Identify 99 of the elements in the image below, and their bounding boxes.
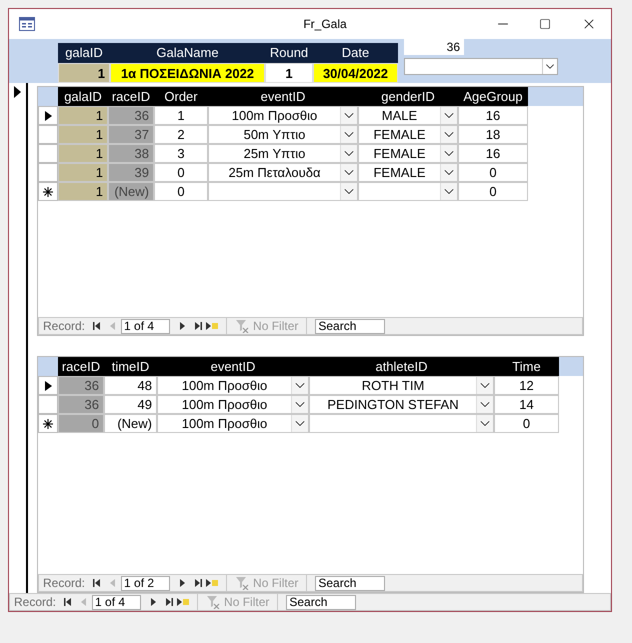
combo-box[interactable]: PEDINGTON STEFAN — [309, 395, 494, 414]
column-header: galaID — [58, 87, 108, 106]
combo-box[interactable]: 25m Υπτιο — [208, 144, 358, 163]
table-cell: 1 — [58, 163, 108, 182]
search-field[interactable]: Search — [315, 576, 386, 590]
new-record-icon[interactable] — [177, 598, 190, 606]
table-cell: 49 — [104, 395, 157, 414]
table-cell: 3 — [154, 144, 208, 163]
search-field[interactable]: Search — [315, 318, 386, 334]
column-header: raceID — [58, 357, 104, 376]
table-cell: 18 — [458, 125, 528, 144]
field-value[interactable]: 30/04/2022 — [313, 63, 398, 83]
column-header: timeID — [104, 357, 157, 376]
combo-box[interactable]: MALE — [358, 106, 458, 125]
table-cell: 1 — [58, 144, 108, 163]
field-label: GalaName — [110, 43, 265, 63]
new-record-icon — [43, 418, 53, 428]
table-cell: 2 — [154, 125, 208, 144]
table-cell: 12 — [494, 376, 559, 395]
last-record-icon[interactable] — [194, 579, 202, 587]
table-cell: 36 — [108, 106, 154, 125]
table-cell: (New) — [108, 182, 154, 201]
table-cell: 1 — [58, 125, 108, 144]
combo-box[interactable]: ROTH TIM — [309, 376, 494, 395]
table-cell: 38 — [108, 144, 154, 163]
table-cell: 16 — [458, 106, 528, 125]
new-record-icon[interactable] — [206, 579, 218, 587]
first-record-icon[interactable] — [93, 322, 102, 330]
field-label: Round — [265, 43, 313, 63]
table-cell: 36 — [58, 376, 104, 395]
table-cell: 36 — [58, 395, 104, 414]
next-record-icon[interactable] — [178, 322, 186, 330]
column-header: raceID — [108, 87, 154, 106]
record-selector[interactable] — [38, 182, 58, 201]
table-cell: 0 — [154, 163, 208, 182]
table-cell: 0 — [458, 182, 528, 201]
form-icon — [19, 17, 35, 31]
record-label: Record: — [43, 575, 86, 592]
column-header: eventID — [157, 357, 309, 376]
record-label: Record: — [43, 318, 86, 335]
table-cell: 0 — [58, 414, 104, 433]
column-header: AgeGroup — [458, 87, 528, 106]
table-cell: 14 — [494, 395, 559, 414]
combo-box[interactable]: 100m Προσθιο — [208, 106, 358, 125]
filter-icon — [206, 595, 220, 609]
record-position-field[interactable]: 1 of 4 — [121, 318, 170, 334]
record-position-field[interactable]: 1 of 2 — [121, 576, 170, 590]
combo-box[interactable]: FEMALE — [358, 144, 458, 163]
combo-box[interactable]: 50m Υπτιο — [208, 125, 358, 144]
combo-box[interactable]: 100m Προσθιο — [157, 395, 309, 414]
last-record-icon[interactable] — [165, 598, 174, 606]
record-label: Record: — [14, 594, 56, 611]
column-header: Order — [154, 87, 208, 106]
table-cell: 1 — [58, 182, 108, 201]
next-record-icon[interactable] — [178, 579, 186, 587]
first-record-icon[interactable] — [93, 579, 102, 587]
table-cell: 48 — [104, 376, 157, 395]
maximize-icon[interactable] — [539, 18, 551, 30]
new-record-icon — [43, 186, 53, 196]
table-cell: 37 — [108, 125, 154, 144]
field-value[interactable]: 1α ΠΟΣΕΙΔΩΝΙΑ 2022 — [110, 63, 265, 83]
current-record-icon — [44, 110, 52, 120]
first-record-icon[interactable] — [64, 598, 72, 606]
field-label: Date — [313, 43, 398, 63]
column-header: eventID — [208, 87, 358, 106]
combo-box[interactable]: FEMALE — [358, 125, 458, 144]
column-header: Time — [494, 357, 559, 376]
table-cell: (New) — [104, 414, 157, 433]
combo-box[interactable]: 100m Προσθιο — [157, 414, 309, 433]
table-cell: 0 — [494, 414, 559, 433]
filter-icon — [235, 576, 250, 590]
window-title: Fr_Gala — [302, 16, 348, 33]
current-record-icon — [14, 86, 21, 98]
search-field[interactable]: Search — [286, 594, 356, 610]
field-value[interactable]: 1 — [58, 63, 110, 83]
new-record-icon[interactable] — [206, 322, 218, 330]
record-selector[interactable] — [38, 414, 58, 433]
last-record-icon[interactable] — [194, 322, 202, 330]
record-position-field[interactable]: 1 of 4 — [92, 594, 142, 610]
filter-icon — [235, 319, 250, 333]
table-cell: 1 — [154, 106, 208, 125]
next-record-icon[interactable] — [149, 598, 158, 606]
record-selector[interactable] — [38, 106, 58, 125]
record-selector[interactable] — [38, 376, 58, 395]
combo-box[interactable]: 25m Πεταλουδα — [208, 163, 358, 182]
combo-box[interactable]: 100m Προσθιο — [157, 376, 309, 395]
field-value[interactable]: 1 — [265, 63, 313, 83]
table-cell: 39 — [108, 163, 154, 182]
table-cell: 0 — [458, 163, 528, 182]
column-header: athleteID — [309, 357, 494, 376]
column-header: genderID — [358, 87, 458, 106]
combo-box[interactable]: FEMALE — [358, 163, 458, 182]
table-cell: 16 — [458, 144, 528, 163]
dropdown-icon[interactable] — [542, 59, 557, 74]
table-cell: 1 — [58, 106, 108, 125]
current-record-icon — [44, 380, 52, 390]
table-cell: 0 — [154, 182, 208, 201]
field-label: galaID — [58, 43, 110, 63]
text-field[interactable]: 36 — [404, 39, 464, 55]
